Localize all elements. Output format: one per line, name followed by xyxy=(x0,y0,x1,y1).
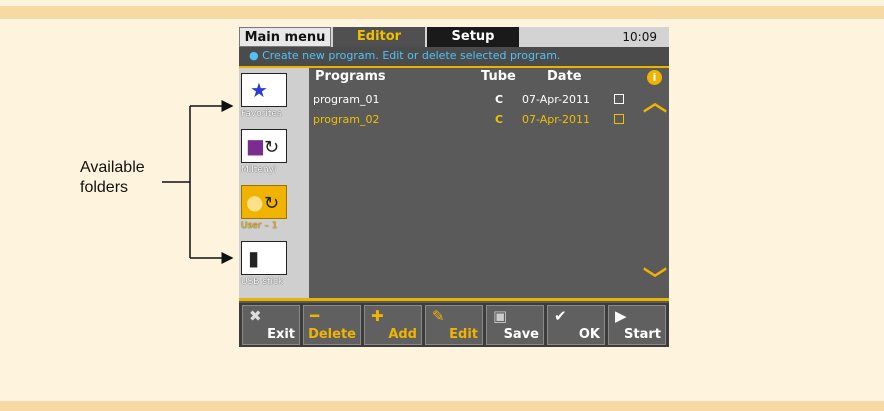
star-folder-icon: ★ xyxy=(241,73,287,107)
save-icon: ▣ xyxy=(493,307,508,325)
chevron-up-icon[interactable]: ︿ xyxy=(643,90,667,114)
exit-button[interactable]: ✖ Exit xyxy=(242,305,300,345)
toolbar-divider xyxy=(239,298,669,301)
info-bar: ● Create new program. Edit or delete sel… xyxy=(239,47,669,68)
add-label: Add xyxy=(388,327,417,342)
folder-label: User – 1 xyxy=(241,221,278,231)
bottom-toolbar: ✖ Exit ━ Delete ✚ Add ✎ Edit ▣ Save ✔ OK… xyxy=(239,303,669,347)
add-button[interactable]: ✚ Add xyxy=(364,305,422,345)
lock-refresh-icon: ■ ↻ xyxy=(241,129,287,163)
program-tube: C xyxy=(495,113,504,126)
folder-label: Miltenyi xyxy=(241,165,277,175)
scroll-controls: i ︿ ﹀ xyxy=(639,68,669,298)
program-row[interactable]: program_01 C 07-Apr-2011 xyxy=(309,91,639,109)
column-header-programs: Programs xyxy=(315,69,386,84)
edit-icon: ✎ xyxy=(432,307,445,325)
program-tube: C xyxy=(495,93,504,106)
chevron-down-icon[interactable]: ﹀ xyxy=(643,268,667,292)
edit-button[interactable]: ✎ Edit xyxy=(425,305,483,345)
folder-favorites[interactable]: ★ Favorites xyxy=(241,70,303,126)
program-name: program_02 xyxy=(313,113,380,126)
tab-editor[interactable]: Editor xyxy=(333,27,425,47)
info-icon[interactable]: i xyxy=(647,70,662,85)
column-header-date: Date xyxy=(547,69,582,84)
ok-button[interactable]: ✔ OK xyxy=(547,305,605,345)
tab-bar: Main menu Editor Setup 10:09 xyxy=(239,27,669,47)
program-date: 07-Apr-2011 xyxy=(522,93,591,106)
delete-button[interactable]: ━ Delete xyxy=(303,305,361,345)
user-folder-icon: ● ↻ xyxy=(241,185,287,219)
folder-usb-stick[interactable]: ▮ USB stick xyxy=(241,238,303,294)
program-date: 07-Apr-2011 xyxy=(522,113,591,126)
folder-miltenyi[interactable]: ■ ↻ Miltenyi xyxy=(241,126,303,182)
device-screen: Main menu Editor Setup 10:09 ● Create ne… xyxy=(239,27,669,347)
start-label: Start xyxy=(624,327,661,342)
plus-icon: ✚ xyxy=(371,307,384,325)
program-list: Programs Tube Date program_01 C 07-Apr-2… xyxy=(309,68,639,298)
folder-sidebar: ★ Favorites ■ ↻ Miltenyi ● ↻ User – 1 ▮ … xyxy=(239,68,309,298)
program-checkbox[interactable] xyxy=(614,94,624,104)
save-label: Save xyxy=(503,327,539,342)
ok-label: OK xyxy=(578,327,600,342)
info-text: ● Create new program. Edit or delete sel… xyxy=(249,49,561,62)
folder-user-1[interactable]: ● ↻ User – 1 xyxy=(241,182,303,238)
exit-label: Exit xyxy=(267,327,295,342)
clock: 10:09 xyxy=(622,30,657,44)
minus-icon: ━ xyxy=(310,307,320,325)
tab-main-menu[interactable]: Main menu xyxy=(239,27,331,47)
start-button[interactable]: ▶ Start xyxy=(608,305,666,345)
program-row-selected[interactable]: program_02 C 07-Apr-2011 xyxy=(309,111,639,129)
program-checkbox[interactable] xyxy=(614,114,624,124)
folder-label: USB stick xyxy=(241,277,284,287)
folder-label: Favorites xyxy=(241,109,282,119)
check-icon: ✔ xyxy=(554,307,567,325)
edit-label: Edit xyxy=(449,327,478,342)
column-header-tube: Tube xyxy=(481,69,516,84)
play-icon: ▶ xyxy=(615,307,627,325)
close-icon: ✖ xyxy=(249,307,262,325)
delete-label: Delete xyxy=(308,327,356,342)
save-button[interactable]: ▣ Save xyxy=(486,305,544,345)
usb-stick-icon: ▮ xyxy=(241,241,287,275)
program-name: program_01 xyxy=(313,93,380,106)
tab-setup[interactable]: Setup xyxy=(427,27,519,47)
